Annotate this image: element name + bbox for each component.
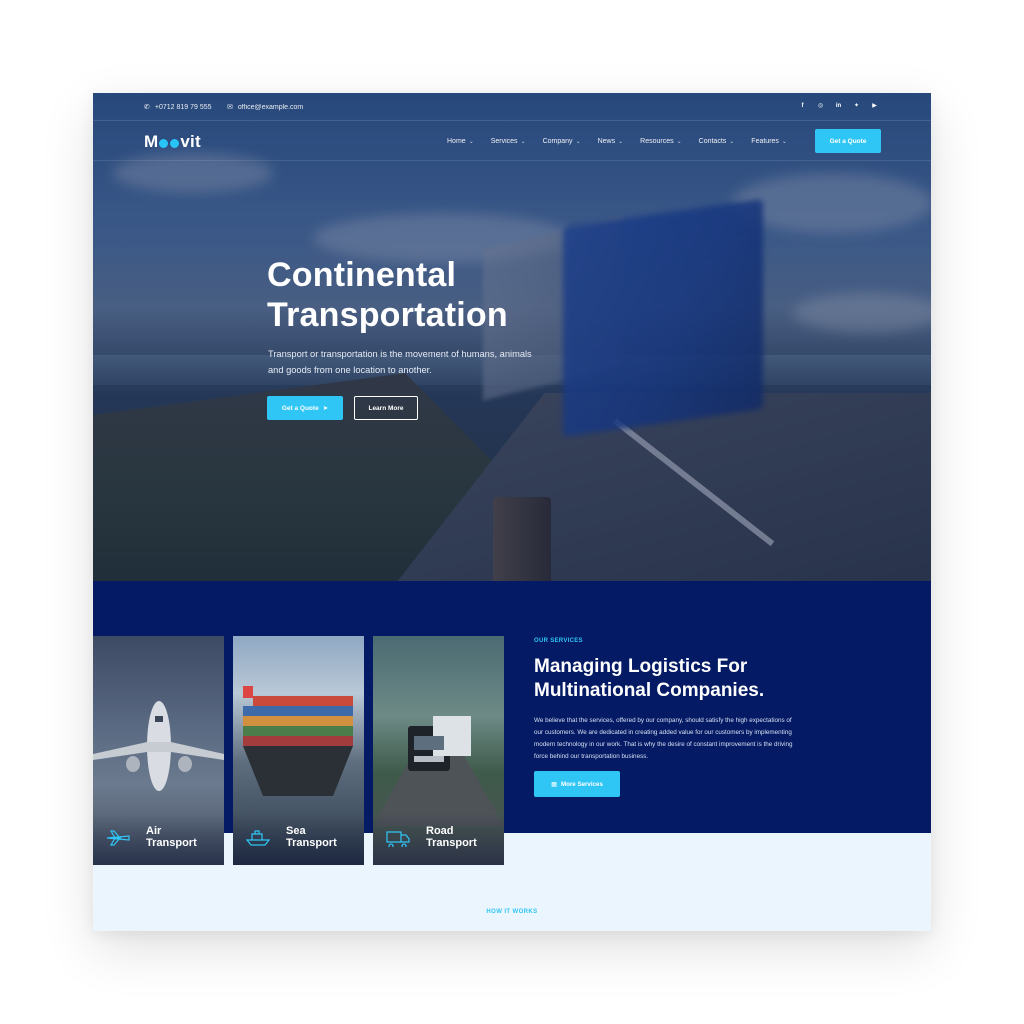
nav-label: News xyxy=(597,138,616,145)
nav-label: Home xyxy=(447,138,466,145)
nav-item-news[interactable]: News ⌄ xyxy=(598,138,624,145)
nav-item-resources[interactable]: Resources ⌄ xyxy=(640,138,682,145)
nav-label: Services xyxy=(490,138,518,145)
chevron-down-icon: ⌄ xyxy=(618,139,624,145)
chevron-down-icon: ⌄ xyxy=(729,139,735,145)
logo-text-start: M xyxy=(144,132,159,151)
nav-quote-button[interactable]: Get a Quote xyxy=(815,129,881,153)
hero-quote-button[interactable]: Get a Quote ➤ xyxy=(267,396,343,420)
nav-label: Contacts xyxy=(698,138,727,145)
card-label-line: Road xyxy=(426,825,454,837)
nav-item-contacts[interactable]: Contacts ⌄ xyxy=(699,138,735,145)
phone-icon: ✆ xyxy=(144,104,150,111)
card-label: Air Transport xyxy=(146,825,197,849)
logo-dot xyxy=(159,139,169,148)
send-icon: ➤ xyxy=(322,405,329,412)
youtube-icon[interactable]: ▶ xyxy=(870,101,879,110)
facebook-icon[interactable]: f xyxy=(798,101,807,110)
logo-dot xyxy=(170,139,180,148)
services-eyebrow: OUR SERVICES xyxy=(534,638,583,644)
hero-overlay xyxy=(93,93,931,581)
hero-quote-label: Get a Quote xyxy=(281,404,319,412)
linkedin-icon[interactable]: in xyxy=(834,101,843,110)
nav-item-services[interactable]: Services ⌄ xyxy=(491,138,526,145)
card-label: Road Transport xyxy=(426,825,477,849)
services-title-line: Managing Logistics For xyxy=(534,656,748,677)
social-links: f ◎ in ✦ ▶ xyxy=(798,101,879,110)
airplane-image xyxy=(93,701,224,791)
grid-icon: ▦ xyxy=(551,780,557,788)
email-address: office@example.com xyxy=(237,103,304,111)
page-frame: ✆ +0712 819 79 555 ✉ office@example.com … xyxy=(93,93,931,931)
services-title: Managing Logistics For Multinational Com… xyxy=(534,655,764,703)
hero-subtitle: Transport or transportation is the movem… xyxy=(268,349,532,375)
service-card-air[interactable]: Air Transport xyxy=(93,636,224,865)
card-label-line: Transport xyxy=(286,837,337,849)
hero-section: ✆ +0712 819 79 555 ✉ office@example.com … xyxy=(93,93,931,581)
service-card-road[interactable]: Road Transport xyxy=(373,636,504,865)
card-label: Sea Transport xyxy=(286,825,337,849)
learn-more-button[interactable]: Learn More xyxy=(354,396,418,420)
nav-item-company[interactable]: Company ⌄ xyxy=(543,138,581,145)
main-navbar: M vit Home ⌄ Services ⌄ Company ⌄ News ⌄ Res… xyxy=(93,121,931,161)
nav-menu: Home ⌄ Services ⌄ Company ⌄ News ⌄ Resources… xyxy=(447,138,787,145)
services-description: We believe that the services, offered by… xyxy=(534,717,793,760)
email-contact[interactable]: ✉ office@example.com xyxy=(227,103,304,112)
more-services-button[interactable]: ▦ More Services xyxy=(534,771,620,797)
logo[interactable]: M vit xyxy=(144,132,201,152)
mail-icon: ✉ xyxy=(227,104,233,111)
hero-title: Continental Transportation xyxy=(267,255,508,335)
nav-item-features[interactable]: Features ⌄ xyxy=(751,138,787,145)
card-label-line: Air xyxy=(146,825,162,837)
how-it-works-label: HOW IT WORKS xyxy=(486,909,538,915)
phone-number: +0712 819 79 555 xyxy=(154,103,212,111)
chevron-down-icon: ⌄ xyxy=(468,139,474,145)
services-title-line: Multinational Companies. xyxy=(534,680,765,701)
nav-label: Resources xyxy=(640,138,674,145)
nav-label: Features xyxy=(751,138,779,145)
service-card-sea[interactable]: Sea Transport xyxy=(233,636,364,865)
logo-text-end: vit xyxy=(180,132,201,151)
twitter-icon[interactable]: ✦ xyxy=(852,101,861,110)
chevron-down-icon: ⌄ xyxy=(575,139,581,145)
chevron-down-icon: ⌄ xyxy=(781,139,787,145)
truck-icon xyxy=(386,831,410,847)
instagram-icon[interactable]: ◎ xyxy=(816,101,825,110)
airplane-icon xyxy=(106,830,130,846)
nav-label: Company xyxy=(542,138,573,145)
card-label-line: Transport xyxy=(426,837,477,849)
hero-title-line: Transportation xyxy=(267,296,508,334)
chevron-down-icon: ⌄ xyxy=(676,139,682,145)
card-label-line: Sea xyxy=(286,825,306,837)
card-label-line: Transport xyxy=(146,837,197,849)
top-bar: ✆ +0712 819 79 555 ✉ office@example.com … xyxy=(93,93,931,121)
chevron-down-icon: ⌄ xyxy=(520,139,526,145)
nav-item-home[interactable]: Home ⌄ xyxy=(447,138,474,145)
more-services-label: More Services xyxy=(560,780,603,788)
phone-contact[interactable]: ✆ +0712 819 79 555 xyxy=(144,103,212,112)
hero-title-line: Continental xyxy=(267,256,457,294)
container-ship-image xyxy=(243,686,353,796)
ship-icon xyxy=(245,830,271,846)
